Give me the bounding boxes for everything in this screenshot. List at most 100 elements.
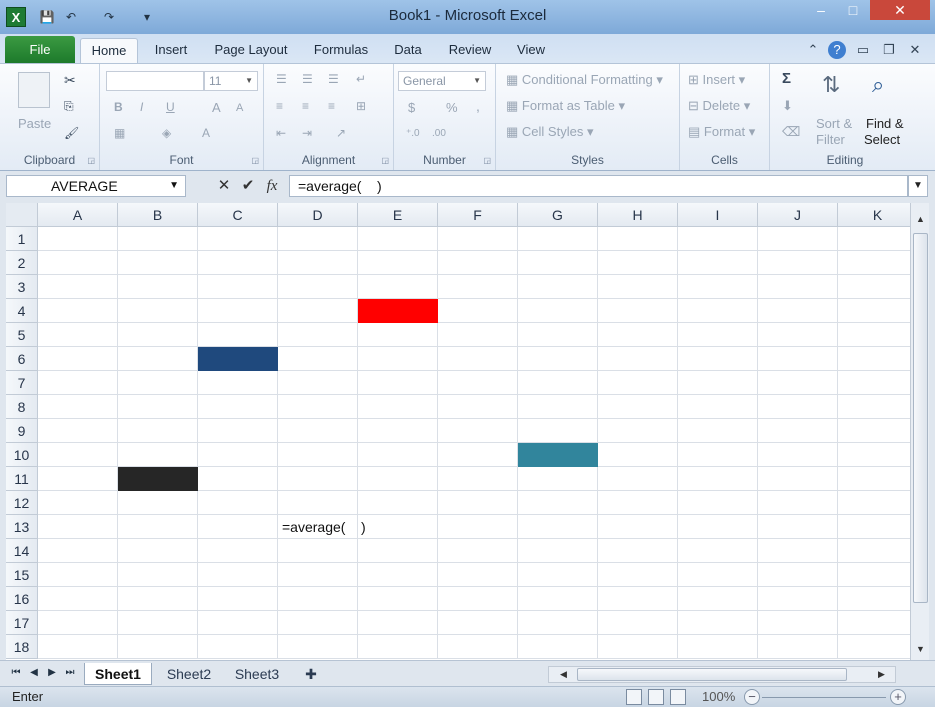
cell-f13[interactable]: [438, 515, 518, 539]
cell-b7[interactable]: [118, 371, 198, 395]
cell-j16[interactable]: [758, 587, 838, 611]
cell-b17[interactable]: [118, 611, 198, 635]
column-header-j[interactable]: J: [758, 203, 838, 227]
align-top-icon[interactable]: ☰: [276, 72, 287, 86]
cell-a12[interactable]: [38, 491, 118, 515]
cell-d8[interactable]: [278, 395, 358, 419]
grow-font-button[interactable]: A: [212, 100, 221, 115]
orientation-icon[interactable]: ↗: [336, 126, 346, 140]
last-sheet-icon[interactable]: ⏭: [62, 665, 78, 681]
cell-j17[interactable]: [758, 611, 838, 635]
cell-b5[interactable]: [118, 323, 198, 347]
cell-f17[interactable]: [438, 611, 518, 635]
cell-g5[interactable]: [518, 323, 598, 347]
cell-c11[interactable]: [198, 467, 278, 491]
cell-f6[interactable]: [438, 347, 518, 371]
cell-h5[interactable]: [598, 323, 678, 347]
cell-a4[interactable]: [38, 299, 118, 323]
formula-input[interactable]: =average( ): [289, 175, 908, 197]
cell-a6[interactable]: [38, 347, 118, 371]
scroll-left-icon[interactable]: ◀: [555, 667, 572, 682]
tab-page-layout[interactable]: Page Layout: [206, 38, 296, 64]
cell-h12[interactable]: [598, 491, 678, 515]
find-label[interactable]: Find &: [866, 116, 904, 131]
merge-center-icon[interactable]: ⊞: [356, 99, 366, 113]
cell-b2[interactable]: [118, 251, 198, 275]
minimize-ribbon-icon[interactable]: ⌃: [804, 41, 822, 59]
cell-i15[interactable]: [678, 563, 758, 587]
horizontal-scrollbar[interactable]: ◀ ▶: [548, 666, 896, 683]
next-sheet-icon[interactable]: ▶: [44, 665, 60, 681]
prev-sheet-icon[interactable]: ◀: [26, 665, 42, 681]
format-as-table-button[interactable]: ▦ Format as Table ▾: [506, 98, 625, 114]
chevron-down-icon[interactable]: ▼: [169, 176, 179, 196]
cell-e16[interactable]: [358, 587, 438, 611]
cell-e14[interactable]: [358, 539, 438, 563]
cell-h10[interactable]: [598, 443, 678, 467]
cell-f2[interactable]: [438, 251, 518, 275]
cell-i16[interactable]: [678, 587, 758, 611]
cell-a5[interactable]: [38, 323, 118, 347]
cell-g12[interactable]: [518, 491, 598, 515]
cell-k10[interactable]: [838, 443, 910, 467]
cell-k9[interactable]: [838, 419, 910, 443]
expand-formula-icon[interactable]: ▼: [908, 175, 928, 197]
filter-label[interactable]: Filter: [816, 132, 845, 147]
cell-b1[interactable]: [118, 227, 198, 251]
cell-c12[interactable]: [198, 491, 278, 515]
vertical-scroll-thumb[interactable]: [913, 233, 928, 603]
sheet-tab-sheet2[interactable]: Sheet2: [158, 663, 220, 685]
cell-k3[interactable]: [838, 275, 910, 299]
cell-i8[interactable]: [678, 395, 758, 419]
column-header-k[interactable]: K: [838, 203, 910, 227]
row-header-1[interactable]: 1: [6, 227, 38, 251]
align-bottom-icon[interactable]: ☰: [328, 72, 339, 86]
cell-d1[interactable]: [278, 227, 358, 251]
cell-c18[interactable]: [198, 635, 278, 659]
column-header-f[interactable]: F: [438, 203, 518, 227]
cell-i6[interactable]: [678, 347, 758, 371]
cell-d6[interactable]: [278, 347, 358, 371]
cell-g3[interactable]: [518, 275, 598, 299]
cell-k6[interactable]: [838, 347, 910, 371]
cell-d3[interactable]: [278, 275, 358, 299]
row-header-16[interactable]: 16: [6, 587, 38, 611]
decrease-decimal-icon[interactable]: .00: [432, 128, 446, 139]
cell-j1[interactable]: [758, 227, 838, 251]
percent-button[interactable]: %: [446, 100, 458, 115]
cell-d9[interactable]: [278, 419, 358, 443]
column-header-a[interactable]: A: [38, 203, 118, 227]
cell-e15[interactable]: [358, 563, 438, 587]
wrap-text-icon[interactable]: ↵: [356, 72, 366, 86]
cell-g7[interactable]: [518, 371, 598, 395]
column-header-h[interactable]: H: [598, 203, 678, 227]
cell-k11[interactable]: [838, 467, 910, 491]
cell-a7[interactable]: [38, 371, 118, 395]
copy-icon[interactable]: ⎘: [64, 99, 74, 114]
decrease-indent-icon[interactable]: ⇤: [276, 126, 286, 140]
cell-e8[interactable]: [358, 395, 438, 419]
sort-label[interactable]: Sort &: [816, 116, 852, 131]
cell-c15[interactable]: [198, 563, 278, 587]
cell-c13[interactable]: [198, 515, 278, 539]
cell-f1[interactable]: [438, 227, 518, 251]
row-header-5[interactable]: 5: [6, 323, 38, 347]
close-button[interactable]: ✕: [870, 0, 930, 20]
cell-e3[interactable]: [358, 275, 438, 299]
cell-k14[interactable]: [838, 539, 910, 563]
cut-icon[interactable]: ✂: [64, 72, 76, 89]
cell-i13[interactable]: [678, 515, 758, 539]
cell-b8[interactable]: [118, 395, 198, 419]
cell-styles-button[interactable]: ▦ Cell Styles ▾: [506, 124, 593, 140]
cell-f12[interactable]: [438, 491, 518, 515]
sheet-tab-sheet3[interactable]: Sheet3: [226, 663, 288, 685]
align-middle-icon[interactable]: ☰: [302, 72, 313, 86]
cell-d18[interactable]: [278, 635, 358, 659]
cell-c2[interactable]: [198, 251, 278, 275]
cell-c17[interactable]: [198, 611, 278, 635]
cell-f5[interactable]: [438, 323, 518, 347]
cell-j14[interactable]: [758, 539, 838, 563]
cell-e9[interactable]: [358, 419, 438, 443]
tab-data[interactable]: Data: [386, 38, 430, 64]
cell-j10[interactable]: [758, 443, 838, 467]
